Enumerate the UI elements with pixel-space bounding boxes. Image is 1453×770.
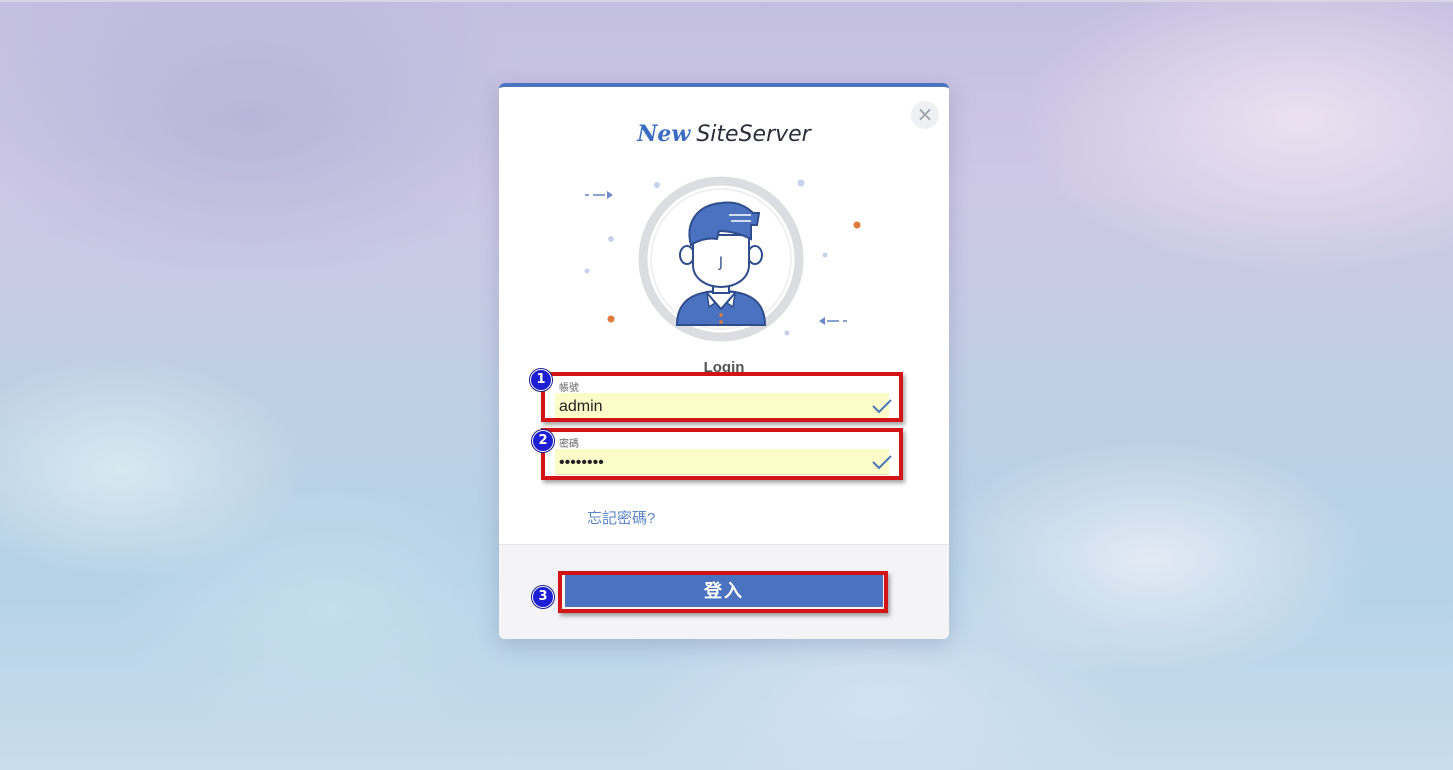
login-button[interactable]: 登入 <box>565 573 883 607</box>
arrow-left-icon <box>819 317 847 325</box>
login-title: Login <box>703 359 745 376</box>
top-border <box>0 0 1453 2</box>
forgot-password-link[interactable]: 忘記密碼? <box>587 507 655 528</box>
password-field: 密碼 <box>551 435 892 481</box>
username-input[interactable] <box>555 393 889 419</box>
username-label: 帳號 <box>559 383 579 394</box>
step-marker-3: 3 <box>532 586 554 608</box>
step-marker-1: 1 <box>530 369 552 391</box>
brand-name: SiteServer <box>696 122 811 147</box>
brand-logo: New SiteServer <box>499 121 949 147</box>
login-card: × New SiteServer J Login 帳號 admin 密碼 •••… <box>499 83 949 639</box>
step-marker-2: 2 <box>532 430 554 452</box>
password-input[interactable] <box>555 449 889 475</box>
card-footer: 登入 <box>499 544 949 639</box>
user-avatar-icon: J <box>584 176 861 342</box>
arrow-right-icon <box>585 191 613 199</box>
check-icon <box>872 399 892 414</box>
check-icon <box>872 455 892 470</box>
avatar-initial: J <box>718 255 723 271</box>
login-page: × New SiteServer J Login 帳號 admin 密碼 •••… <box>0 0 1453 770</box>
brand-new-text: New <box>637 121 691 147</box>
username-field: 帳號 <box>551 379 892 425</box>
password-label: 密碼 <box>559 439 579 450</box>
